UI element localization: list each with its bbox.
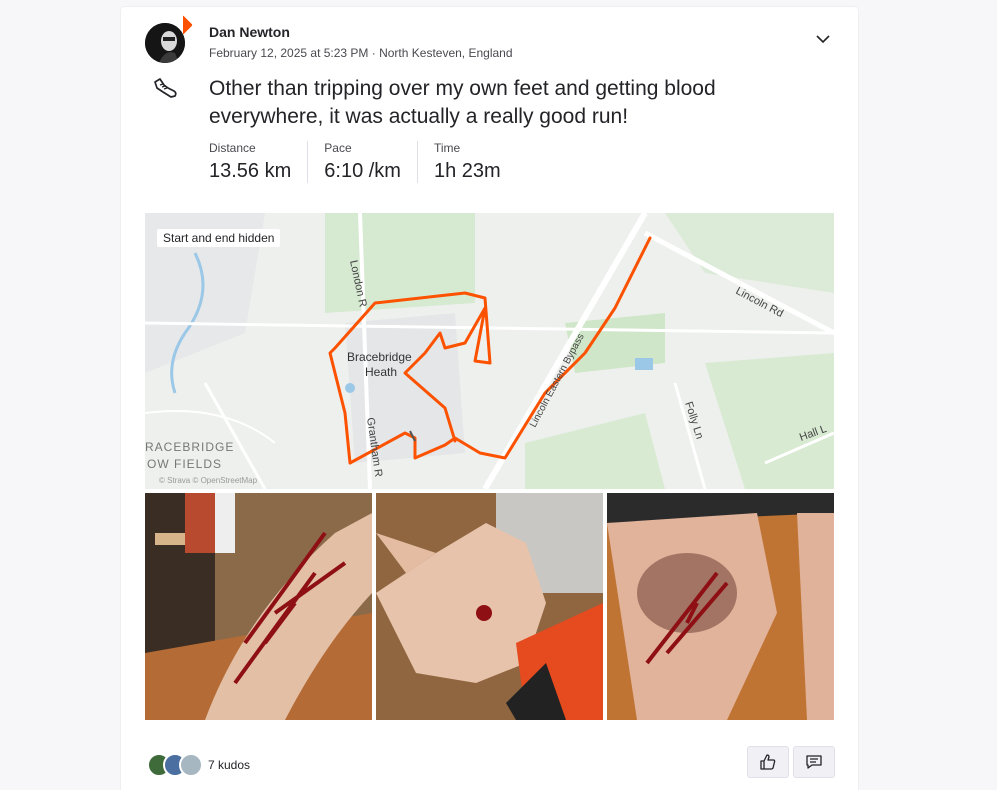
comment-icon	[806, 755, 822, 769]
kudos-count[interactable]: 7 kudos	[208, 758, 250, 772]
map-area-label: RACEBRIDGE	[145, 440, 234, 454]
athlete-avatar[interactable]	[145, 23, 185, 63]
photo-knee-wound[interactable]	[607, 493, 834, 720]
stat-label: Time	[433, 141, 461, 155]
comment-button[interactable]	[793, 746, 835, 778]
running-shoe-icon	[151, 74, 179, 102]
kudos-avatar[interactable]	[179, 753, 203, 777]
stat-value: 13.56 km	[209, 160, 292, 182]
stat-value: 1h 23m	[433, 160, 501, 182]
athlete-name[interactable]: Dan Newton	[209, 24, 290, 40]
activity-stats: Distance 13.56 km Pace 6:10 /km Time 1h …	[209, 141, 533, 183]
map-area-label: OW FIELDS	[147, 457, 222, 471]
thumbs-up-icon	[760, 754, 776, 770]
start-end-hidden-label: Start and end hidden	[157, 229, 281, 247]
map-attribution: © Strava © OpenStreetMap	[159, 476, 258, 485]
photo-hand-wound[interactable]	[376, 493, 603, 720]
stat-value: 6:10 /km	[324, 160, 401, 182]
kudos-avatars[interactable]	[147, 753, 207, 777]
give-kudos-button[interactable]	[747, 746, 789, 778]
stat-distance: Distance 13.56 km	[209, 141, 309, 183]
map-place-label: Bracebridge	[347, 350, 412, 364]
route-map[interactable]: Bracebridge Heath London R Lincoln Rd Li…	[145, 213, 834, 489]
stat-label: Distance	[209, 141, 256, 155]
stat-label: Pace	[324, 141, 352, 155]
stat-time: Time 1h 23m	[434, 141, 517, 183]
chevron-down-icon[interactable]	[814, 30, 832, 48]
activity-date-location: February 12, 2025 at 5:23 PM · North Kes…	[209, 46, 513, 60]
map-place-label: Heath	[365, 365, 397, 379]
photo-leg-wound[interactable]	[145, 493, 372, 720]
stat-pace: Pace 6:10 /km	[324, 141, 418, 183]
activity-title[interactable]: Other than tripping over my own feet and…	[209, 75, 809, 131]
